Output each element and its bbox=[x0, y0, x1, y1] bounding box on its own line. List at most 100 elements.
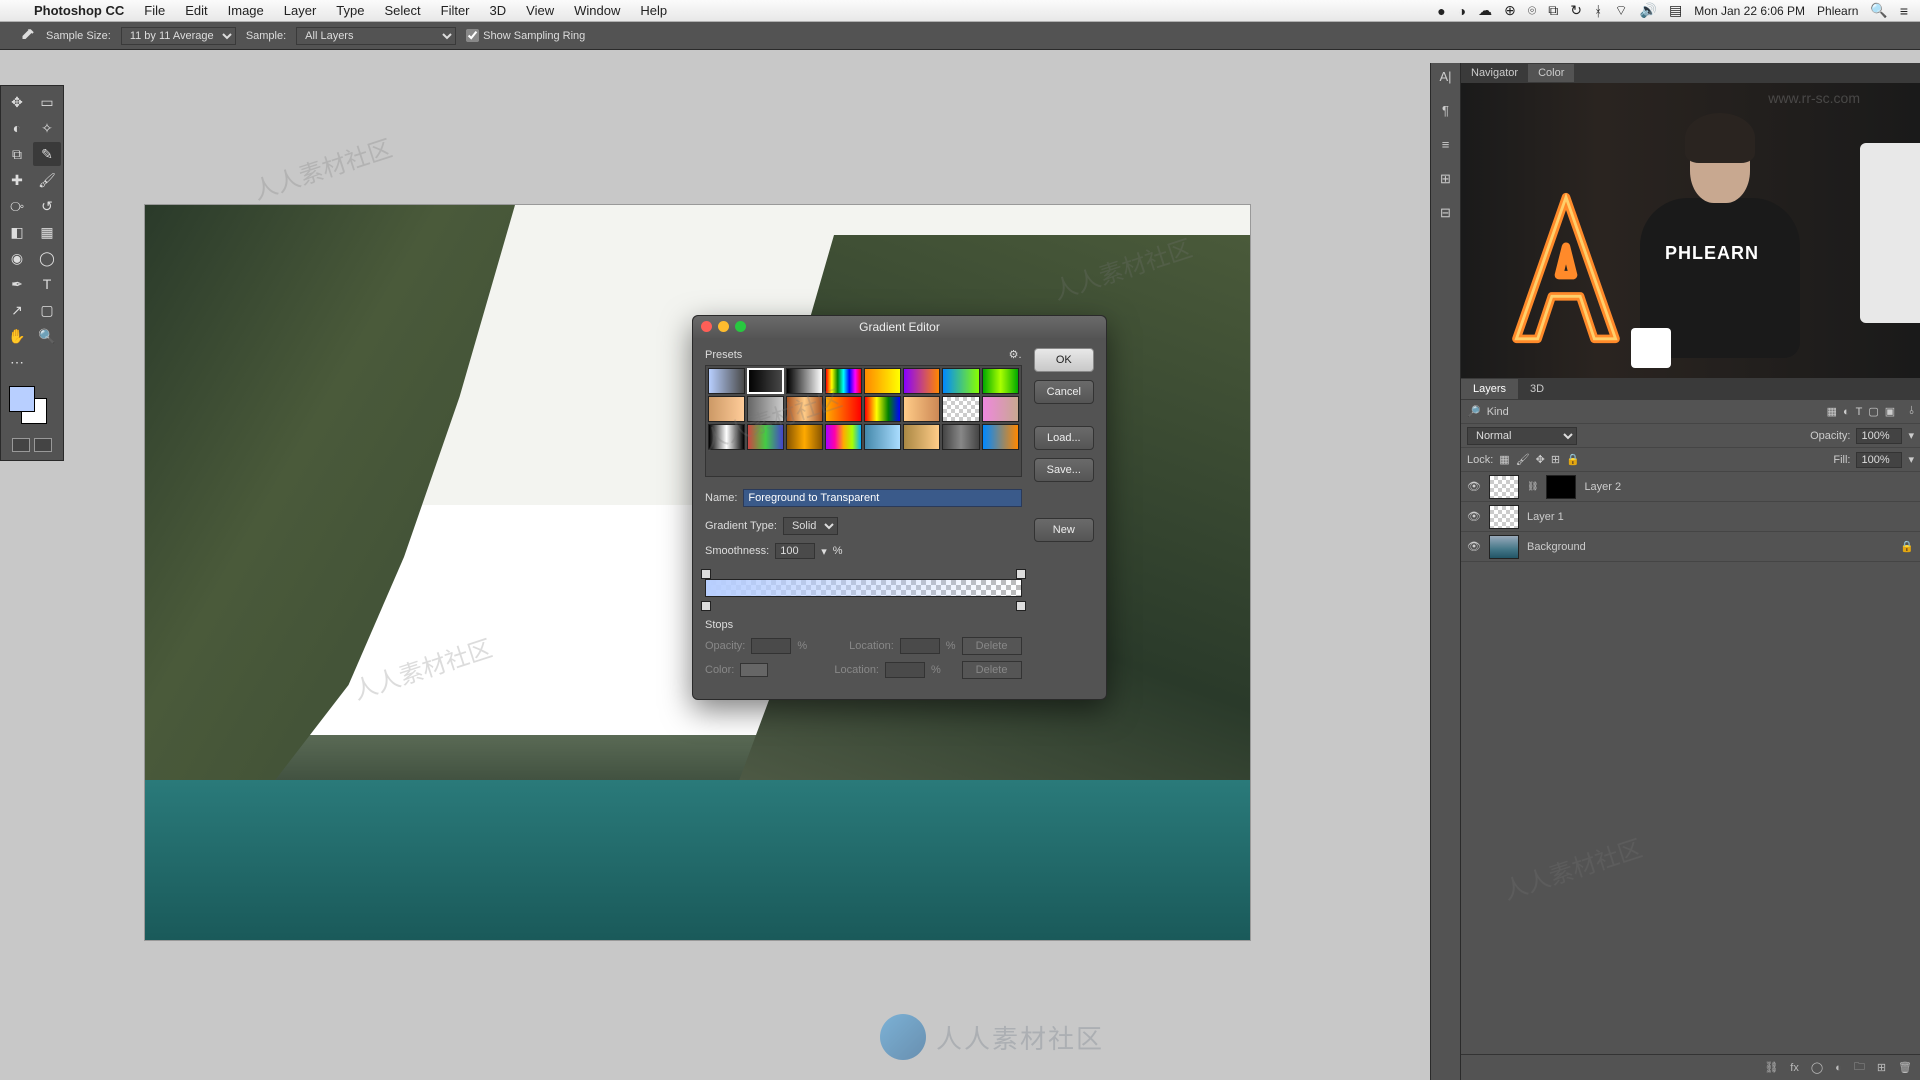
gear-icon[interactable]: ⚙. bbox=[1009, 348, 1022, 361]
bluetooth-icon[interactable]: ᚼ bbox=[1594, 3, 1602, 19]
type-tool-icon[interactable]: T bbox=[33, 272, 61, 296]
volume-icon[interactable]: 🔊 bbox=[1640, 2, 1657, 19]
minimize-icon[interactable] bbox=[718, 321, 729, 332]
menu-edit[interactable]: Edit bbox=[175, 3, 217, 18]
menu-extra-icon[interactable]: ▤ bbox=[1669, 2, 1682, 19]
menu-view[interactable]: View bbox=[516, 3, 564, 18]
tab-navigator[interactable]: Navigator bbox=[1461, 64, 1528, 82]
color-swatches[interactable] bbox=[3, 382, 61, 432]
lock-transparent-icon[interactable]: ▦ bbox=[1499, 453, 1509, 466]
sample-select[interactable]: All Layers bbox=[296, 27, 456, 45]
dodge-tool-icon[interactable]: ◯ bbox=[33, 246, 61, 270]
lock-artboard-icon[interactable]: ⊞ bbox=[1551, 453, 1560, 466]
preset-swatch[interactable] bbox=[982, 368, 1019, 394]
eyedropper-tool-icon[interactable]: ✎ bbox=[33, 142, 61, 166]
filter-type-icon[interactable]: T bbox=[1856, 406, 1863, 418]
notification-center-icon[interactable]: ≡ bbox=[1900, 3, 1908, 19]
preset-swatch[interactable] bbox=[903, 396, 940, 422]
fx-icon[interactable]: fx bbox=[1790, 1062, 1799, 1074]
mask-thumb[interactable] bbox=[1546, 475, 1576, 499]
cc-icon[interactable]: ☁ bbox=[1478, 2, 1492, 19]
layer-thumb[interactable] bbox=[1489, 535, 1519, 559]
magic-wand-tool-icon[interactable]: ✧ bbox=[33, 116, 61, 140]
healing-tool-icon[interactable]: ✚ bbox=[3, 168, 31, 192]
layer-item[interactable]: 👁 Background 🔒 bbox=[1461, 532, 1920, 562]
lock-pixels-icon[interactable]: 🖌 bbox=[1516, 453, 1530, 466]
preset-swatch[interactable] bbox=[982, 424, 1019, 450]
filter-adjust-icon[interactable]: ◐ bbox=[1843, 406, 1850, 418]
stop-location-input[interactable] bbox=[885, 662, 925, 678]
gradient-tool-icon[interactable]: ▦ bbox=[33, 220, 61, 244]
adjustment-icon[interactable]: ◐ bbox=[1835, 1062, 1842, 1074]
opacity-input[interactable] bbox=[1856, 428, 1902, 444]
link-layers-icon[interactable]: ⛓ bbox=[1764, 1061, 1778, 1074]
delete-stop-button[interactable]: Delete bbox=[962, 661, 1022, 679]
dropdown-icon[interactable]: ▾ bbox=[821, 545, 827, 558]
mask-icon[interactable]: ◯ bbox=[1811, 1061, 1823, 1074]
clock[interactable]: Mon Jan 22 6:06 PM bbox=[1694, 4, 1805, 18]
show-ring-checkbox[interactable] bbox=[466, 29, 479, 42]
preset-swatch[interactable] bbox=[982, 396, 1019, 422]
ok-button[interactable]: OK bbox=[1034, 348, 1094, 372]
shape-tool-icon[interactable]: ▢ bbox=[33, 298, 61, 322]
layer-name[interactable]: Layer 2 bbox=[1584, 481, 1621, 493]
sample-size-select[interactable]: 11 by 11 Average bbox=[121, 27, 236, 45]
layer-item[interactable]: 👁 ⛓ Layer 2 bbox=[1461, 472, 1920, 502]
spotlight-icon[interactable]: 🔍 bbox=[1870, 2, 1887, 19]
menu-type[interactable]: Type bbox=[326, 3, 374, 18]
color-stop[interactable] bbox=[701, 601, 711, 611]
zoom-tool-icon[interactable]: 🔍 bbox=[33, 324, 61, 348]
hand-tool-icon[interactable]: ✋ bbox=[3, 324, 31, 348]
new-layer-icon[interactable]: ⊞ bbox=[1877, 1061, 1886, 1074]
user-menu[interactable]: Phlearn bbox=[1817, 4, 1858, 18]
panel-icon[interactable]: ⊞ bbox=[1436, 171, 1456, 191]
cancel-button[interactable]: Cancel bbox=[1034, 380, 1094, 404]
tab-layers[interactable]: Layers bbox=[1461, 379, 1518, 399]
preset-swatch[interactable] bbox=[903, 368, 940, 394]
opacity-stop[interactable] bbox=[701, 569, 711, 579]
paragraph-panel-icon[interactable]: ¶ bbox=[1436, 103, 1456, 123]
delete-stop-button[interactable]: Delete bbox=[962, 637, 1022, 655]
menu-help[interactable]: Help bbox=[630, 3, 677, 18]
wifi-icon[interactable]: ⌔ bbox=[1614, 2, 1627, 20]
status-icon[interactable]: ⊕ bbox=[1504, 2, 1516, 19]
smoothness-input[interactable] bbox=[775, 543, 815, 559]
menu-window[interactable]: Window bbox=[564, 3, 630, 18]
status-icon[interactable]: ⧉ bbox=[1548, 2, 1558, 19]
pen-tool-icon[interactable]: ✒ bbox=[3, 272, 31, 296]
status-icon[interactable]: ◑ bbox=[1458, 3, 1466, 19]
preset-swatch[interactable] bbox=[747, 368, 784, 394]
visibility-icon[interactable]: 👁 bbox=[1467, 510, 1481, 523]
blend-mode-select[interactable]: Normal bbox=[1467, 427, 1577, 445]
app-menu[interactable]: Photoshop CC bbox=[24, 3, 134, 18]
menu-filter[interactable]: Filter bbox=[431, 3, 480, 18]
preset-swatch[interactable] bbox=[942, 424, 979, 450]
stop-color-swatch[interactable] bbox=[740, 663, 768, 677]
panel-icon[interactable]: ⊟ bbox=[1436, 205, 1456, 225]
character-panel-icon[interactable]: A| bbox=[1436, 69, 1456, 89]
lock-all-icon[interactable]: 🔒 bbox=[1566, 453, 1580, 466]
filter-smart-icon[interactable]: ▣ bbox=[1885, 405, 1895, 418]
preset-swatch[interactable] bbox=[708, 368, 745, 394]
zoom-icon[interactable] bbox=[735, 321, 746, 332]
load-button[interactable]: Load... bbox=[1034, 426, 1094, 450]
save-button[interactable]: Save... bbox=[1034, 458, 1094, 482]
status-icon[interactable]: ● bbox=[1437, 3, 1445, 19]
crop-tool-icon[interactable]: ⧉ bbox=[3, 142, 31, 166]
edit-toolbar-icon[interactable]: ⋯ bbox=[3, 350, 31, 374]
close-icon[interactable] bbox=[701, 321, 712, 332]
preset-swatch[interactable] bbox=[864, 396, 901, 422]
history-brush-tool-icon[interactable]: ↺ bbox=[33, 194, 61, 218]
stamp-tool-icon[interactable]: ⧂ bbox=[3, 194, 31, 218]
marquee-tool-icon[interactable]: ▭ bbox=[33, 90, 61, 114]
preset-swatch[interactable] bbox=[864, 368, 901, 394]
preset-swatch[interactable] bbox=[942, 368, 979, 394]
gradient-type-select[interactable]: Solid bbox=[783, 517, 838, 535]
color-stop[interactable] bbox=[1016, 601, 1026, 611]
eraser-tool-icon[interactable]: ◧ bbox=[3, 220, 31, 244]
visibility-icon[interactable]: 👁 bbox=[1467, 540, 1481, 553]
layer-thumb[interactable] bbox=[1489, 475, 1519, 499]
timemachine-icon[interactable]: ↻ bbox=[1570, 2, 1582, 19]
fill-input[interactable] bbox=[1856, 452, 1902, 468]
lasso-tool-icon[interactable]: ◐ bbox=[3, 116, 31, 140]
